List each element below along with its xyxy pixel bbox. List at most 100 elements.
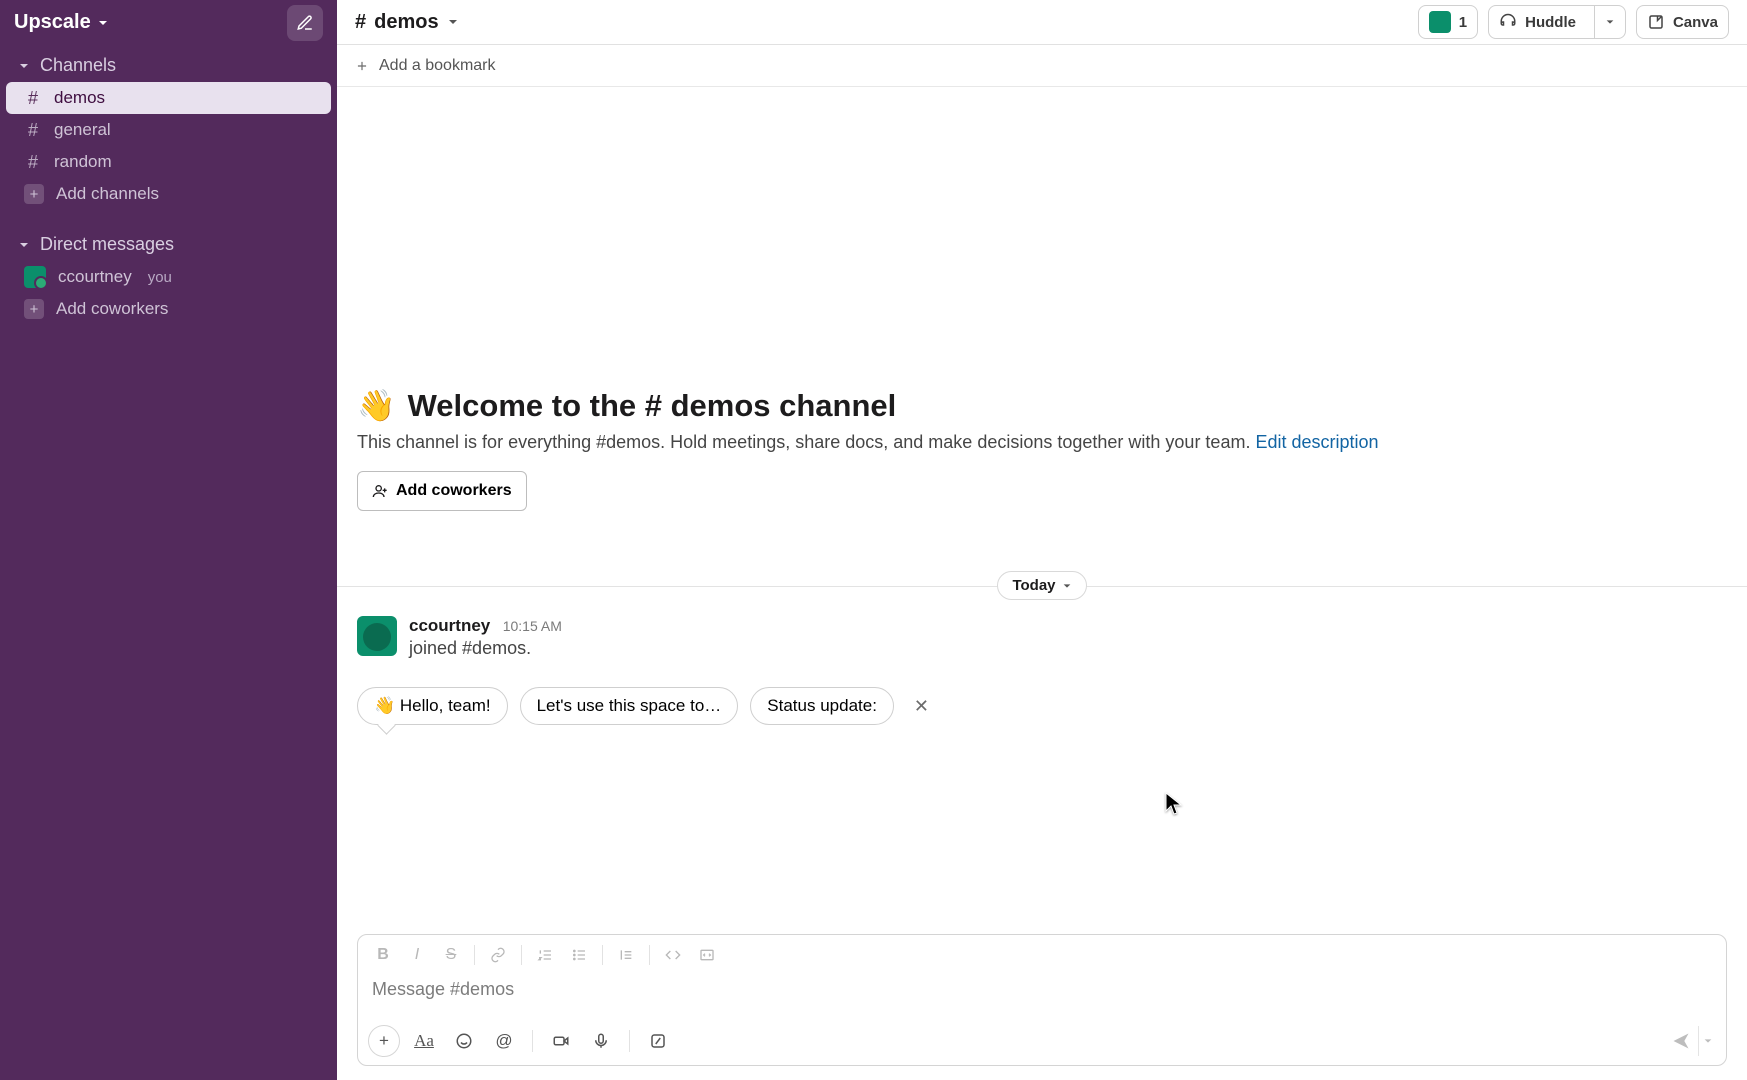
composer: B I S Message #demos + Aa bbox=[357, 934, 1727, 1066]
audio-button[interactable] bbox=[585, 1025, 617, 1057]
hash-icon: # bbox=[24, 152, 42, 173]
format-toggle-button[interactable]: Aa bbox=[408, 1025, 440, 1057]
add-bookmark[interactable]: Add a bookmark bbox=[337, 45, 1747, 87]
send-icon bbox=[1671, 1031, 1691, 1051]
avatar[interactable] bbox=[357, 616, 397, 656]
link-button[interactable] bbox=[483, 941, 513, 969]
mention-button[interactable]: @ bbox=[488, 1025, 520, 1057]
add-person-icon bbox=[372, 483, 388, 499]
huddle-button[interactable]: Huddle bbox=[1488, 5, 1626, 39]
suggestion-status[interactable]: Status update: bbox=[750, 687, 894, 725]
code-icon bbox=[665, 947, 681, 963]
plus-icon: + bbox=[24, 299, 44, 319]
huddle-menu[interactable] bbox=[1594, 6, 1625, 38]
message-row[interactable]: ccourtney 10:15 AM joined #demos. bbox=[337, 610, 1747, 665]
add-coworkers-label: Add coworkers bbox=[396, 482, 512, 500]
caret-down-icon bbox=[18, 239, 30, 251]
dm-name: ccourtney bbox=[58, 267, 132, 287]
date-label: Today bbox=[1012, 577, 1055, 594]
dm-list: ccourtney you + Add coworkers bbox=[0, 261, 337, 325]
channel-item-random[interactable]: # random bbox=[6, 146, 331, 178]
channel-name: random bbox=[54, 152, 112, 172]
attach-button[interactable]: + bbox=[368, 1025, 400, 1057]
shortcuts-button[interactable] bbox=[642, 1025, 674, 1057]
channels-label: Channels bbox=[40, 55, 116, 76]
message-time[interactable]: 10:15 AM bbox=[503, 618, 562, 634]
chevron-down-icon bbox=[1703, 1036, 1713, 1046]
channel-item-demos[interactable]: # demos bbox=[6, 82, 331, 114]
composer-area: B I S Message #demos + Aa bbox=[337, 934, 1747, 1080]
chevron-down-icon bbox=[1062, 581, 1072, 591]
channel-item-general[interactable]: # general bbox=[6, 114, 331, 146]
hash-icon: # bbox=[24, 120, 42, 141]
strike-button[interactable]: S bbox=[436, 941, 466, 969]
plus-icon: + bbox=[24, 184, 44, 204]
dm-section-header[interactable]: Direct messages bbox=[0, 224, 337, 261]
send-button[interactable] bbox=[1664, 1026, 1698, 1056]
code-button[interactable] bbox=[658, 941, 688, 969]
ordered-list-button[interactable] bbox=[530, 941, 560, 969]
channel-name: demos bbox=[54, 88, 105, 108]
channels-section-header[interactable]: Channels bbox=[0, 45, 337, 82]
bold-button[interactable]: B bbox=[368, 941, 398, 969]
huddle-label: Huddle bbox=[1525, 14, 1576, 31]
bullet-list-icon bbox=[571, 947, 587, 963]
bullet-list-button[interactable] bbox=[564, 941, 594, 969]
you-tag: you bbox=[148, 269, 172, 286]
channel-list: # demos # general # random + Add channel… bbox=[0, 82, 337, 210]
message-author[interactable]: ccourtney bbox=[409, 616, 490, 635]
member-count: 1 bbox=[1459, 14, 1467, 31]
send-options-button[interactable] bbox=[1698, 1026, 1716, 1056]
chevron-down-icon bbox=[1605, 17, 1615, 27]
canvas-label: Canva bbox=[1673, 14, 1718, 31]
member-count-button[interactable]: 1 bbox=[1418, 5, 1478, 39]
add-channels[interactable]: + Add channels bbox=[6, 178, 331, 210]
emoji-button[interactable] bbox=[448, 1025, 480, 1057]
add-bookmark-label: Add a bookmark bbox=[379, 57, 496, 75]
sidebar: Upscale Channels # demos # general # ran… bbox=[0, 0, 337, 1080]
edit-description-link[interactable]: Edit description bbox=[1255, 432, 1378, 452]
welcome-title-text: Welcome to the # demos channel bbox=[408, 388, 897, 424]
message-scroll-area[interactable]: 👋 Welcome to the # demos channel This ch… bbox=[337, 87, 1747, 934]
suggestion-hello[interactable]: 👋 Hello, team! bbox=[357, 687, 508, 725]
mouse-cursor bbox=[1165, 792, 1187, 814]
canvas-button[interactable]: Canva bbox=[1636, 5, 1729, 39]
emoji-icon bbox=[455, 1032, 473, 1050]
dismiss-suggestions[interactable]: ✕ bbox=[906, 692, 937, 721]
date-jump-button[interactable]: Today bbox=[997, 571, 1086, 600]
caret-down-icon bbox=[18, 60, 30, 72]
channel-title-button[interactable]: # demos bbox=[355, 11, 459, 34]
compose-button[interactable] bbox=[287, 5, 323, 41]
channel-title: demos bbox=[374, 11, 438, 34]
workspace-switcher[interactable]: Upscale bbox=[14, 11, 109, 34]
channel-header: # demos 1 Huddle Canva bbox=[337, 0, 1747, 45]
blockquote-icon bbox=[618, 947, 634, 963]
avatar-icon bbox=[24, 266, 46, 288]
blockquote-button[interactable] bbox=[611, 941, 641, 969]
hash-icon: # bbox=[355, 11, 366, 34]
workspace-name: Upscale bbox=[14, 11, 91, 34]
video-button[interactable] bbox=[545, 1025, 577, 1057]
ordered-list-icon bbox=[537, 947, 553, 963]
compose-icon bbox=[296, 14, 314, 32]
mic-icon bbox=[592, 1032, 610, 1050]
video-icon bbox=[552, 1032, 570, 1050]
italic-button[interactable]: I bbox=[402, 941, 432, 969]
add-coworkers-button[interactable]: Add coworkers bbox=[357, 471, 527, 511]
suggestion-use-space[interactable]: Let's use this space to… bbox=[520, 687, 739, 725]
hash-icon: # bbox=[24, 88, 42, 109]
avatar-icon bbox=[1429, 11, 1451, 33]
channel-name: general bbox=[54, 120, 111, 140]
suggestion-row: 👋 Hello, team! Let's use this space to… … bbox=[337, 665, 1747, 735]
channel-welcome: 👋 Welcome to the # demos channel This ch… bbox=[337, 87, 1747, 535]
main: # demos 1 Huddle Canva bbox=[337, 0, 1747, 1080]
link-icon bbox=[490, 947, 506, 963]
add-coworkers[interactable]: + Add coworkers bbox=[6, 293, 331, 325]
welcome-description: This channel is for everything #demos. H… bbox=[357, 432, 1727, 453]
message-input[interactable]: Message #demos bbox=[358, 975, 1726, 1019]
codeblock-button[interactable] bbox=[692, 941, 722, 969]
slash-box-icon bbox=[649, 1032, 667, 1050]
dm-item-self[interactable]: ccourtney you bbox=[6, 261, 331, 293]
welcome-title: 👋 Welcome to the # demos channel bbox=[357, 387, 1727, 424]
format-toolbar: B I S bbox=[358, 935, 1726, 975]
